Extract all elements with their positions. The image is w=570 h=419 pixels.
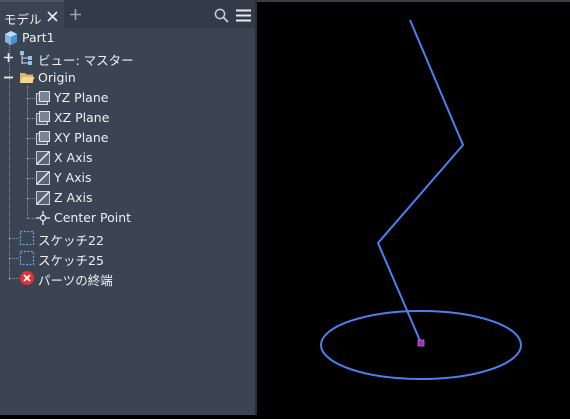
tree-item-label: スケッチ22 (38, 233, 104, 248)
tree-item-z-axis[interactable]: Z Axis (0, 188, 255, 208)
work-point-icon (36, 211, 50, 225)
work-axis-icon (36, 171, 50, 185)
tree-item-sketch22[interactable]: スケッチ22 (0, 228, 255, 248)
expand-plus-icon[interactable] (3, 52, 14, 63)
tree-item-label: スケッチ25 (38, 253, 104, 268)
browser-tab-bar: モデル (0, 0, 255, 28)
tree-item-center-point[interactable]: Center Point (0, 208, 255, 228)
work-plane-icon (36, 131, 50, 145)
tree-item-xz-plane[interactable]: XZ Plane (0, 108, 255, 128)
sketch-point[interactable] (417, 339, 425, 347)
tree-item-label: X Axis (54, 150, 93, 165)
tree-item-label: XZ Plane (54, 110, 110, 125)
tab-model-label: モデル (4, 12, 42, 27)
hamburger-menu-icon[interactable] (236, 9, 251, 22)
tree-item-yz-plane[interactable]: YZ Plane (0, 88, 255, 108)
tree-item-y-axis[interactable]: Y Axis (0, 168, 255, 188)
work-plane-icon (36, 91, 50, 105)
tree-item-label: Center Point (54, 210, 132, 225)
tree-item-view-label: ビュー: マスター (38, 53, 134, 68)
sketch-icon (19, 250, 35, 266)
tree-item-label: Y Axis (54, 170, 92, 185)
tree-item-view[interactable]: ビュー: マスター (0, 48, 255, 68)
tree-item-sketch25[interactable]: スケッチ25 (0, 248, 255, 268)
tree-item-label: パーツの終端 (38, 273, 113, 288)
tree-item-label: Z Axis (54, 190, 93, 205)
work-axis-icon (36, 191, 50, 205)
view-rep-icon (20, 51, 32, 65)
tree-item-origin-label: Origin (38, 70, 76, 85)
tree-item-part[interactable]: Part1 (0, 28, 255, 48)
tree-item-end-of-part[interactable]: パーツの終端 (0, 268, 255, 288)
tree-item-x-axis[interactable]: X Axis (0, 148, 255, 168)
tree-item-origin[interactable]: Origin (0, 68, 255, 88)
viewport-top-border (257, 0, 570, 2)
folder-open-icon (20, 73, 35, 83)
tree-item-label: XY Plane (54, 130, 109, 145)
collapse-minus-icon[interactable] (3, 72, 14, 83)
work-axis-icon (36, 151, 50, 165)
close-icon[interactable] (47, 11, 58, 22)
tree-item-xy-plane[interactable]: XY Plane (0, 128, 255, 148)
graphics-viewport[interactable] (257, 0, 570, 415)
sketch-icon (19, 230, 35, 246)
tab-model[interactable]: モデル (0, 0, 64, 28)
viewport-canvas[interactable] (257, 0, 570, 415)
sketch-polyline[interactable] (376, 19, 465, 344)
end-of-part-icon (20, 271, 34, 285)
plus-icon[interactable] (70, 9, 81, 20)
search-icon[interactable] (214, 8, 229, 23)
part-cube-icon (5, 31, 17, 45)
model-browser-panel: モデル Part1 ビュー: マスター Origin YZ Plane XZ P… (0, 0, 255, 415)
tree-item-part-label: Part1 (22, 30, 55, 45)
tree-item-label: YZ Plane (54, 90, 109, 105)
work-plane-icon (36, 111, 50, 125)
